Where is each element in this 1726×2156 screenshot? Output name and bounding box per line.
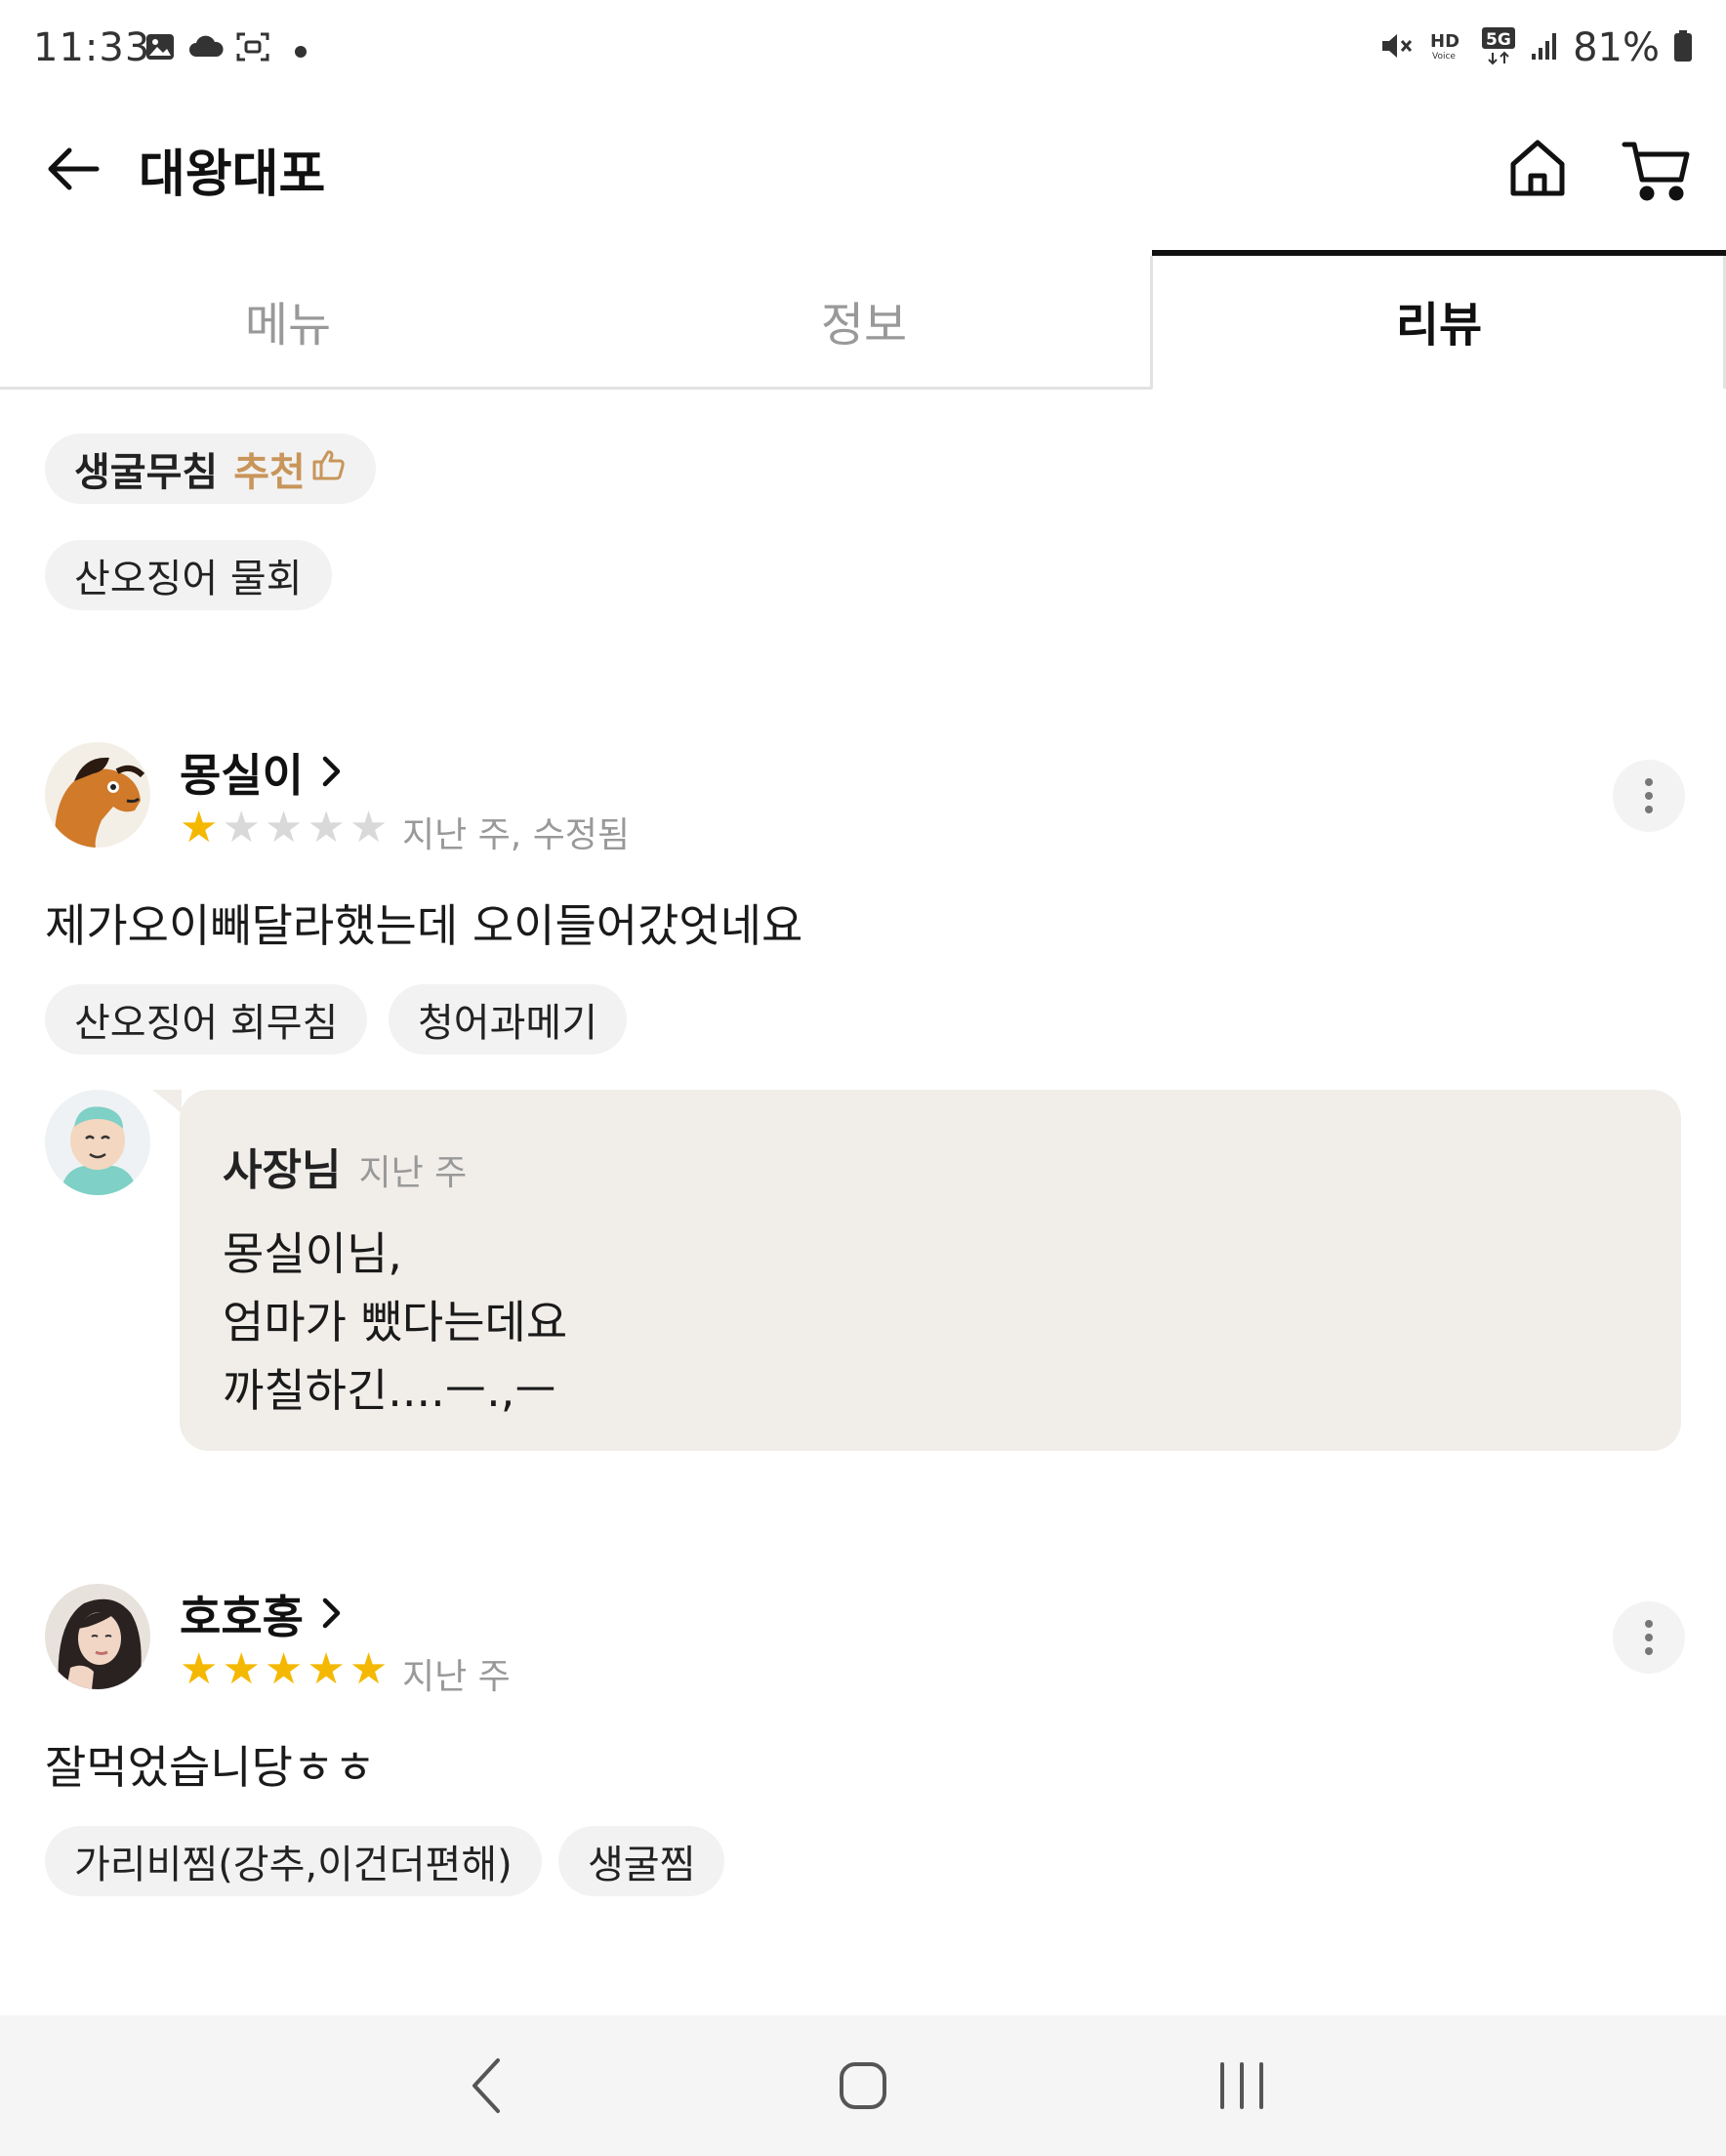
star-icon: ★ xyxy=(180,1644,219,1694)
tab-review[interactable]: 리뷰 xyxy=(1152,252,1726,389)
tab-divider-left xyxy=(1150,256,1153,389)
more-vert-icon-dot xyxy=(1645,1647,1653,1655)
more-vert-icon xyxy=(1645,1620,1653,1628)
gallery-icon xyxy=(144,31,176,66)
nav-back-icon xyxy=(459,2058,517,2123)
star-icon: ★ xyxy=(307,803,346,852)
reply-line: 까칠하긴....ㅡ.,ㅡ xyxy=(223,1364,556,1417)
rating-stars: ★ ★ ★ ★ ★ xyxy=(180,807,388,850)
chevron-right-icon xyxy=(321,746,343,799)
reviewer-name[interactable]: 호호홍 xyxy=(180,1582,343,1646)
tab-divider xyxy=(0,387,1152,390)
cloud-icon xyxy=(187,31,225,66)
tab-info[interactable]: 정보 xyxy=(576,252,1152,389)
home-button[interactable] xyxy=(1503,135,1572,203)
svg-text:5G: 5G xyxy=(1486,30,1511,50)
star-icon: ★ xyxy=(349,803,389,852)
svg-text:Voice: Voice xyxy=(1432,52,1456,62)
menu-chip[interactable]: 청어과메기 xyxy=(389,984,627,1055)
nav-recents-icon xyxy=(1211,2062,1273,2121)
hd-voice-icon: HD Voice xyxy=(1428,29,1467,66)
star-icon: ★ xyxy=(180,803,219,852)
status-right-group: HD Voice 5G 81% xyxy=(1379,25,1693,70)
review-text: 제가오이빼달라했는데 오이들어갔엇네요 xyxy=(45,899,803,952)
owner-reply-time: 지난 주 xyxy=(358,1153,468,1193)
star-icon: ★ xyxy=(222,803,261,852)
review-text: 잘먹었습니당ㅎㅎ xyxy=(45,1741,376,1794)
star-icon: ★ xyxy=(264,1644,304,1694)
recommend-badge: 추천 xyxy=(233,440,347,497)
dot-icon xyxy=(295,43,307,62)
nav-home-icon xyxy=(832,2062,894,2121)
cart-button[interactable] xyxy=(1621,135,1695,209)
star-icon: ★ xyxy=(222,1644,261,1694)
star-icon: ★ xyxy=(264,803,304,852)
review-time: 지난 주 xyxy=(402,1657,511,1697)
5g-icon: 5G xyxy=(1481,26,1516,69)
rating-stars: ★ ★ ★ ★ ★ xyxy=(180,1648,388,1691)
more-vert-icon-dot xyxy=(1645,806,1653,813)
back-arrow-icon xyxy=(46,145,101,196)
owner-name: 사장님 xyxy=(223,1145,342,1195)
nav-back-button[interactable] xyxy=(459,2052,517,2119)
owner-avatar xyxy=(45,1090,150,1195)
owner-reply-header: 사장님 지난 주 xyxy=(223,1135,467,1197)
menu-chip[interactable]: 가리비찜(강추,이건더편해) xyxy=(45,1826,542,1896)
screenshot-icon xyxy=(236,31,269,66)
menu-chip[interactable]: 생굴무침 추천 xyxy=(45,434,376,504)
chevron-right-icon xyxy=(321,1588,343,1640)
thumbs-up-icon xyxy=(311,446,347,491)
avatar[interactable] xyxy=(45,1584,150,1689)
more-vert-icon-dot xyxy=(1645,792,1653,800)
battery-percent: 81% xyxy=(1573,25,1660,70)
cart-icon xyxy=(1621,142,1695,213)
menu-chip[interactable]: 산오징어 물회 xyxy=(45,540,332,610)
status-time: 11:33 xyxy=(33,25,151,70)
more-vert-icon-dot xyxy=(1645,1634,1653,1641)
reviewer-name-text: 몽실이 xyxy=(180,749,304,802)
tab-menu[interactable]: 메뉴 xyxy=(0,252,576,389)
more-vert-icon xyxy=(1645,778,1653,786)
star-icon: ★ xyxy=(307,1644,346,1694)
nav-recents-button[interactable] xyxy=(1211,2054,1273,2117)
more-options-button[interactable] xyxy=(1613,1601,1685,1674)
star-icon: ★ xyxy=(349,1644,389,1694)
reviewer-name-text: 호호홍 xyxy=(180,1591,304,1643)
more-options-button[interactable] xyxy=(1613,760,1685,832)
home-icon xyxy=(1503,140,1572,207)
reply-line: 몽실이님, xyxy=(223,1227,402,1280)
tab-active-indicator xyxy=(1152,250,1726,256)
nav-home-button[interactable] xyxy=(832,2054,894,2117)
svg-text:HD: HD xyxy=(1430,31,1459,52)
menu-chip[interactable]: 산오징어 회무침 xyxy=(45,984,368,1055)
chip-label: 생굴무침 xyxy=(74,450,219,495)
recommend-label: 추천 xyxy=(233,450,306,495)
reviewer-name[interactable]: 몽실이 xyxy=(180,740,343,805)
reply-bubble-tail xyxy=(152,1090,182,1113)
review-time: 지난 주, 수정됨 xyxy=(402,815,631,855)
page-title: 대왕대포 xyxy=(139,145,326,204)
battery-icon xyxy=(1673,29,1693,66)
avatar[interactable] xyxy=(45,742,150,848)
reply-line: 엄마가 뺐다는데요 xyxy=(223,1296,568,1348)
back-button[interactable] xyxy=(39,137,107,205)
signal-icon xyxy=(1530,30,1559,65)
mute-icon xyxy=(1379,29,1415,66)
menu-chip[interactable]: 생굴찜 xyxy=(558,1826,725,1896)
